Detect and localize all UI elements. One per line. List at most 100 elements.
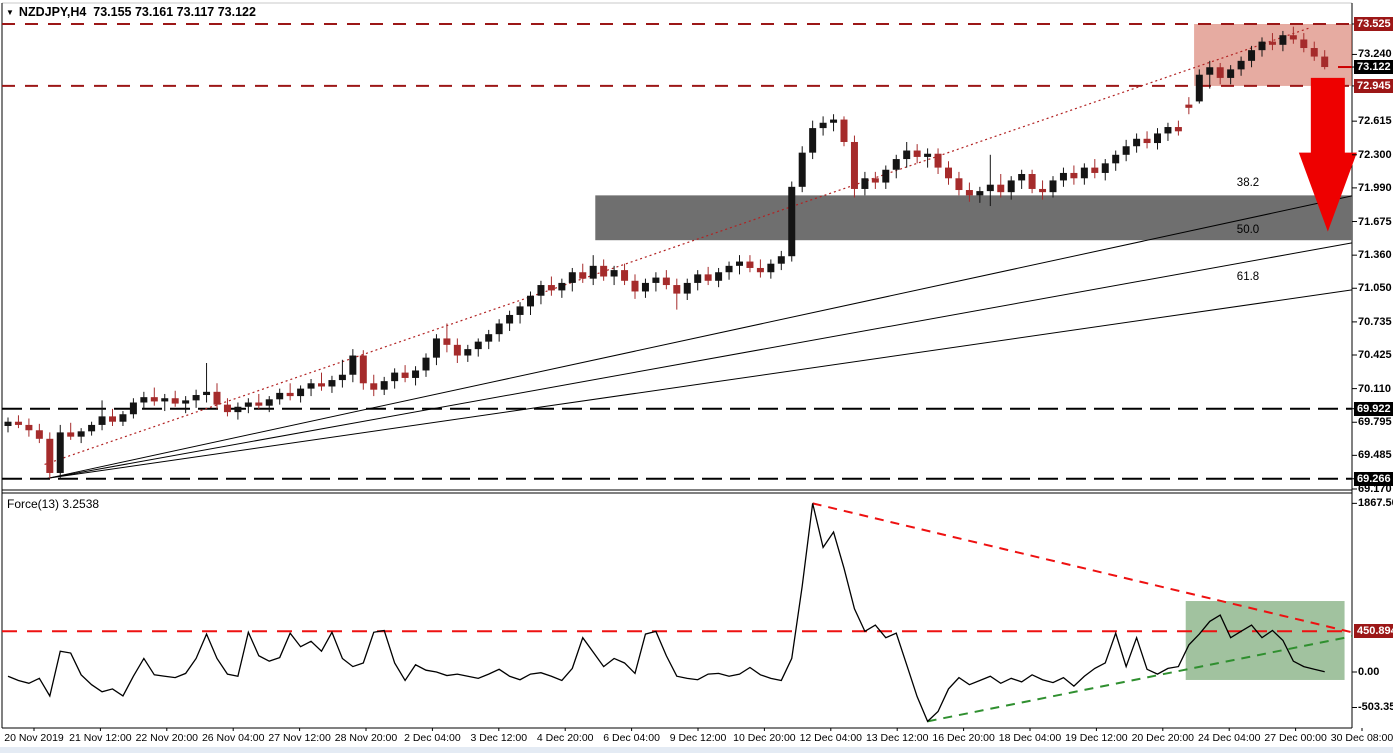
candlestick <box>4 421 12 426</box>
panel-splitter[interactable] <box>0 490 1352 493</box>
candlestick <box>1028 174 1036 189</box>
candlestick <box>861 178 869 189</box>
force-falling-trendline <box>812 502 1353 634</box>
candlestick <box>1237 60 1245 70</box>
candlestick <box>568 272 576 283</box>
candlestick <box>265 399 273 406</box>
candlestick <box>516 306 524 315</box>
candlestick <box>725 265 733 273</box>
candlestick <box>255 402 263 406</box>
candlestick <box>913 150 921 157</box>
chart-canvas[interactable] <box>0 0 1393 753</box>
candlestick <box>161 398 169 402</box>
resistance-zone <box>595 195 1352 241</box>
indicator-value: 3.2538 <box>62 497 100 511</box>
candlestick <box>558 282 566 291</box>
indicator-name: Force(13) <box>7 497 60 511</box>
candlestick <box>777 256 785 264</box>
force-index-line <box>7 503 1325 723</box>
candlestick <box>704 274 712 281</box>
symbol-period-label: NZDJPY,H4 <box>18 5 87 19</box>
candlestick <box>1049 180 1057 193</box>
candlestick <box>297 388 305 397</box>
candlestick <box>495 323 503 335</box>
candlestick <box>945 167 952 179</box>
candlestick <box>401 372 409 378</box>
candlestick <box>683 282 691 294</box>
candlestick <box>756 267 764 273</box>
candlestick <box>46 438 54 473</box>
candlestick <box>1195 74 1203 102</box>
candlestick <box>1268 41 1276 45</box>
candlestick <box>819 122 827 129</box>
candlestick <box>924 153 932 157</box>
candlestick <box>474 341 482 350</box>
candlestick <box>537 285 545 296</box>
candlestick <box>77 431 85 437</box>
candlestick <box>119 414 127 422</box>
candlestick <box>1133 138 1141 147</box>
candlestick <box>328 380 336 387</box>
candlestick <box>1289 35 1297 40</box>
candlestick <box>1321 56 1329 68</box>
candlestick <box>882 169 890 183</box>
candlestick <box>359 355 367 384</box>
dropdown-arrow-icon[interactable]: ▼ <box>6 8 14 17</box>
candlestick <box>1091 167 1099 173</box>
candlestick <box>652 277 660 283</box>
candlestick <box>464 349 472 356</box>
candlestick <box>1059 172 1067 181</box>
candlestick <box>286 392 294 397</box>
candlestick <box>1164 127 1172 134</box>
candlestick <box>610 270 618 277</box>
candlestick <box>997 184 1005 193</box>
candlestick <box>391 372 399 382</box>
candlestick <box>589 265 597 279</box>
candlestick <box>1154 133 1161 144</box>
candlestick <box>830 119 838 123</box>
candlestick <box>1248 50 1256 61</box>
candlestick <box>621 270 629 281</box>
candlestick <box>736 261 743 266</box>
candlestick <box>1018 174 1026 181</box>
candlestick <box>213 391 221 405</box>
candlestick <box>1279 35 1287 45</box>
bottom-scroll-strip[interactable] <box>0 747 1393 753</box>
candlestick <box>171 398 179 404</box>
candlestick <box>1112 154 1120 164</box>
candlestick <box>965 190 973 196</box>
candlestick <box>934 153 942 168</box>
candlestick <box>579 272 587 279</box>
candlestick <box>1122 146 1130 155</box>
candlestick <box>443 338 451 345</box>
candlestick <box>14 421 22 425</box>
candlestick <box>276 392 284 400</box>
candlestick <box>662 277 670 286</box>
candlestick <box>307 383 315 389</box>
candlestick <box>338 374 346 381</box>
ohlc-values: 73.155 73.161 73.117 73.122 <box>93 5 256 19</box>
candlestick <box>1070 172 1078 179</box>
candlestick <box>892 159 900 170</box>
candlestick <box>955 178 963 191</box>
candlestick <box>1310 48 1318 57</box>
candlestick <box>798 152 806 187</box>
candlestick <box>1039 188 1047 193</box>
candlestick <box>88 424 96 432</box>
candlestick <box>641 282 649 292</box>
candlestick <box>422 357 430 371</box>
candlestick <box>192 395 200 401</box>
candlestick <box>1258 41 1266 51</box>
candlestick <box>694 274 702 283</box>
candlestick <box>715 272 723 281</box>
candlestick <box>98 416 106 425</box>
candlestick <box>67 432 75 437</box>
candlestick <box>1101 163 1109 173</box>
candlestick <box>453 344 461 356</box>
candlestick <box>182 400 190 404</box>
candlestick <box>1185 104 1193 108</box>
candlestick <box>527 295 534 307</box>
candlestick <box>1174 127 1182 132</box>
candlestick <box>234 406 242 413</box>
candlestick <box>109 416 116 422</box>
